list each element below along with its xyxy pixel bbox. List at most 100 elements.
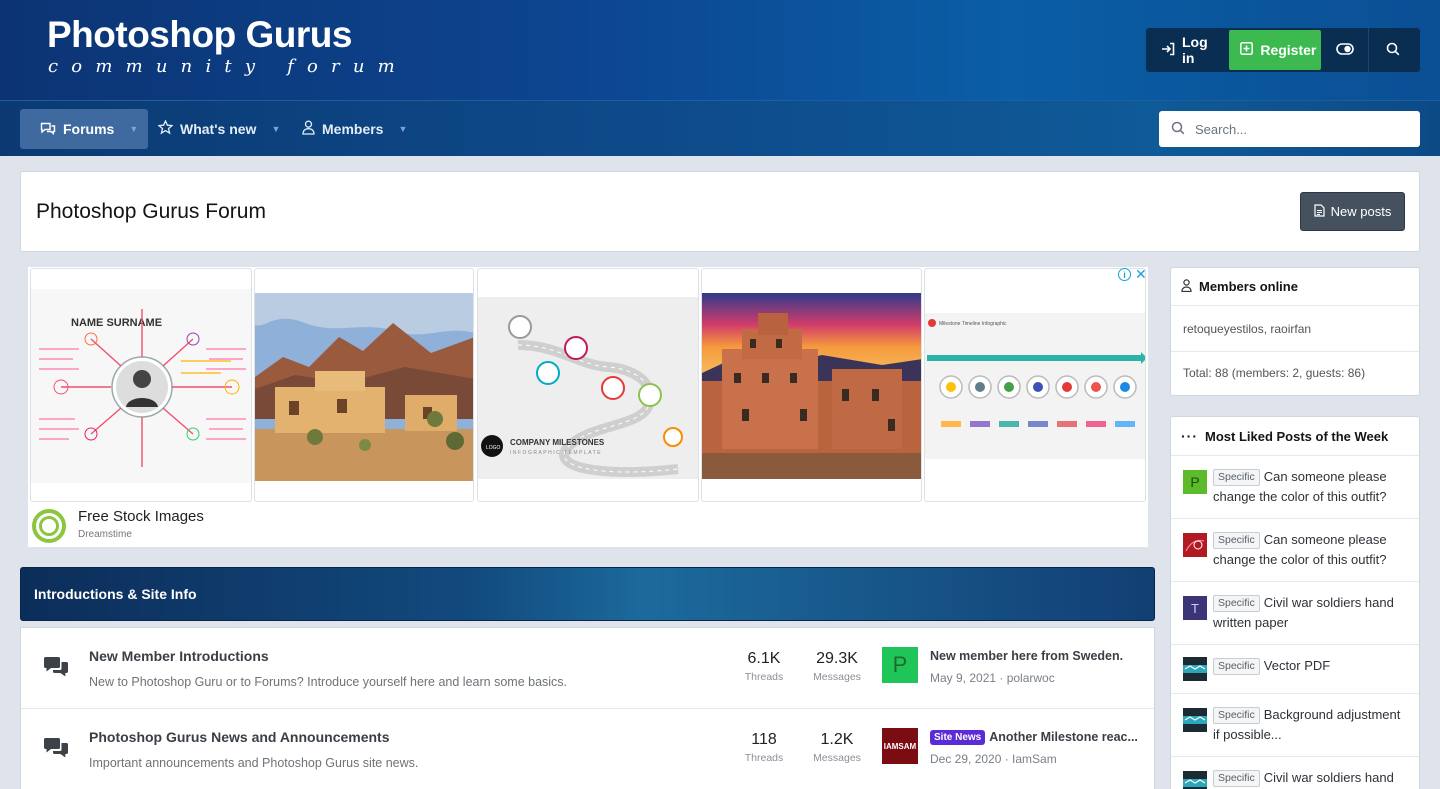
plus-square-icon	[1240, 42, 1254, 58]
search-icon	[1386, 42, 1400, 59]
latest-post-title[interactable]: New member here from Sweden.	[930, 649, 1123, 663]
latest-post-meta[interactable]: Dec 29, 2020 · IamSam	[930, 752, 1057, 766]
ellipsis-icon: ···	[1181, 428, 1198, 444]
members-online-header: Members online	[1171, 268, 1419, 306]
prefix-tag[interactable]: Specific	[1213, 707, 1260, 724]
header-search-button[interactable]	[1369, 30, 1416, 70]
ad-milestones-subtitle: INFOGRAPHIC TEMPLATE	[510, 450, 602, 456]
avatar[interactable]: P	[882, 647, 918, 683]
avatar[interactable]: T	[1183, 596, 1207, 620]
threads-label: Threads	[744, 671, 784, 683]
liked-post-item[interactable]: Specific Vector PDF	[1171, 644, 1419, 693]
liked-post-title[interactable]: Civil war soldiers hand	[1264, 770, 1394, 785]
forum-chat-icon	[43, 737, 69, 764]
nav-tab-members[interactable]: Members ▼	[302, 109, 407, 149]
document-icon	[1314, 203, 1325, 220]
category-header[interactable]: Introductions & Site Info	[20, 567, 1155, 621]
new-posts-button[interactable]: New posts	[1300, 192, 1405, 231]
forum-title[interactable]: Photoshop Gurus News and Announcements	[89, 729, 390, 745]
liked-post-item[interactable]: Specific Can someone please change the co…	[1171, 518, 1419, 581]
threads-label: Threads	[744, 752, 784, 764]
messages-label: Messages	[813, 671, 861, 683]
new-posts-label: New posts	[1330, 204, 1392, 219]
liked-post-item[interactable]: P Specific Can someone please change the …	[1171, 455, 1419, 518]
prefix-tag[interactable]: Specific	[1213, 770, 1260, 787]
ad-image-timeline-infographic[interactable]: Milestone Timeline Infographic	[924, 268, 1146, 502]
ad-milestones-title: COMPANY MILESTONES	[510, 438, 605, 447]
register-label: Register	[1260, 42, 1317, 58]
online-users[interactable]: retoqueyestilos, raoirfan	[1171, 306, 1419, 352]
liked-post-item[interactable]: Specific Background adjustment if possibl…	[1171, 693, 1419, 756]
ad-logo-text: LOGO	[486, 445, 501, 451]
ad-image-resume-infographic[interactable]: NAME SURNAME	[30, 268, 252, 502]
messages-label: Messages	[813, 752, 861, 764]
nav-tab-whats-new[interactable]: What's new ▼	[157, 109, 280, 149]
chevron-down-icon[interactable]: ▼	[129, 124, 138, 134]
messages-stat: 29.3K Messages	[802, 650, 872, 683]
site-header: Photoshop Gurus community forum Log in R…	[0, 0, 1440, 100]
ad-image-desert-house[interactable]	[254, 268, 474, 502]
avatar[interactable]	[1183, 657, 1207, 681]
register-button[interactable]: Register	[1229, 30, 1322, 70]
liked-post-item[interactable]: T Specific Civil war soldiers hand writte…	[1171, 581, 1419, 644]
account-bar: Log in Register	[1146, 28, 1420, 72]
avatar[interactable]	[1183, 708, 1207, 732]
liked-post-text[interactable]: Specific Vector PDF	[1213, 656, 1409, 676]
online-total: Total: 88 (members: 2, guests: 86)	[1183, 366, 1366, 380]
login-label: Log in	[1182, 34, 1208, 66]
search-placeholder: Search...	[1195, 121, 1248, 137]
forum-list: New Member Introductions New to Photosho…	[20, 627, 1155, 789]
most-liked-title[interactable]: Most Liked Posts of the Week	[1205, 429, 1388, 444]
ad-image-company-milestones[interactable]: LOGO COMPANY MILESTONES INFOGRAPHIC TEMP…	[477, 268, 699, 502]
liked-post-text[interactable]: Specific Background adjustment if possibl…	[1213, 705, 1409, 745]
forum-description: New to Photoshop Guru or to Forums? Intr…	[89, 675, 568, 689]
threads-count: 118	[751, 731, 777, 748]
avatar[interactable]: IAMSAM	[882, 728, 918, 764]
search-input[interactable]: Search...	[1159, 111, 1420, 147]
prefix-tag[interactable]: Specific	[1213, 658, 1260, 675]
liked-post-text[interactable]: Specific Can someone please change the co…	[1213, 530, 1409, 570]
liked-post-text[interactable]: Specific Civil war soldiers hand	[1213, 768, 1409, 788]
ad-close-icon[interactable]: ✕	[1135, 266, 1147, 283]
liked-post-text[interactable]: Specific Can someone please change the co…	[1213, 467, 1409, 507]
site-logo[interactable]: Photoshop Gurus	[47, 14, 352, 56]
category-title[interactable]: Introductions & Site Info	[34, 586, 197, 602]
liked-post-text[interactable]: Specific Civil war soldiers hand written …	[1213, 593, 1409, 633]
latest-post-meta[interactable]: May 9, 2021 · polarwoc	[930, 671, 1055, 685]
prefix-tag[interactable]: Specific	[1213, 595, 1260, 612]
forum-description: Important announcements and Photoshop Gu…	[89, 756, 419, 770]
liked-post-title[interactable]: Vector PDF	[1264, 658, 1330, 673]
latest-post-title-text[interactable]: Another Milestone reac...	[989, 730, 1138, 744]
threads-stat: 6.1K Threads	[729, 650, 799, 683]
ad-image-pueblo[interactable]	[701, 268, 922, 502]
advertisement[interactable]: NAME SURNAME LOGO COMPANY MILESTONES INF…	[28, 266, 1148, 547]
prefix-tag[interactable]: Specific	[1213, 469, 1260, 486]
ad-headline[interactable]: Free Stock Images	[78, 508, 204, 525]
search-icon	[1171, 121, 1185, 138]
chat-bubbles-icon	[40, 121, 56, 138]
nav-tab-label: Members	[322, 121, 384, 137]
forum-row[interactable]: Photoshop Gurus News and Announcements I…	[21, 708, 1154, 788]
forum-row[interactable]: New Member Introductions New to Photosho…	[21, 628, 1154, 708]
nav-tab-label: What's new	[180, 121, 257, 137]
theme-toggle-button[interactable]	[1321, 30, 1368, 70]
chevron-down-icon[interactable]: ▼	[271, 124, 280, 134]
latest-post-title[interactable]: Site News Another Milestone reac...	[930, 730, 1138, 745]
ad-info-icon[interactable]: i	[1118, 268, 1131, 281]
liked-post-item[interactable]: Specific Civil war soldiers hand	[1171, 756, 1419, 789]
chevron-down-icon[interactable]: ▼	[398, 124, 407, 134]
avatar[interactable]	[1183, 533, 1207, 557]
site-news-label[interactable]: Site News	[930, 730, 986, 745]
avatar[interactable]: P	[1183, 470, 1207, 494]
login-button[interactable]: Log in	[1150, 30, 1229, 70]
nav-tab-forums[interactable]: Forums ▼	[20, 109, 149, 149]
user-icon	[1181, 278, 1192, 295]
avatar[interactable]	[1183, 771, 1207, 789]
prefix-tag[interactable]: Specific	[1213, 532, 1260, 549]
dreamstime-logo[interactable]	[32, 509, 66, 543]
most-liked-header: ··· Most Liked Posts of the Week	[1171, 417, 1419, 455]
messages-count: 1.2K	[820, 731, 854, 748]
members-online-title[interactable]: Members online	[1199, 279, 1298, 294]
ad-source: Dreamstime	[78, 529, 132, 540]
forum-title[interactable]: New Member Introductions	[89, 648, 269, 664]
